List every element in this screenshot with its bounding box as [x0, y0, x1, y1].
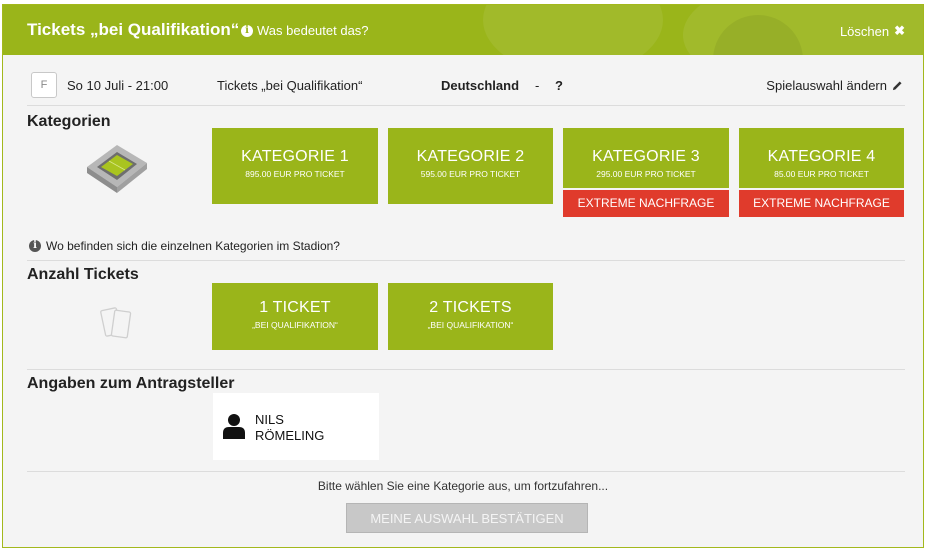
clear-label: Löschen: [839, 23, 890, 39]
category-4-name: KATEGORIE 4: [767, 148, 876, 165]
two-tickets-label: 2 TICKETS: [429, 299, 512, 316]
category-2-tile[interactable]: KATEGORIE 2 595.00 EUR PRO TICKET: [388, 128, 553, 204]
one-ticket-label: 1 TICKET: [259, 299, 331, 316]
divider: [27, 260, 905, 261]
category-3-tile[interactable]: KATEGORIE 3 295.00 EUR PRO TICKET: [563, 128, 729, 188]
category-2-price: 595.00 EUR PRO TICKET: [420, 169, 521, 179]
divider: [27, 369, 905, 370]
info-link-label: Was bedeutet das?: [257, 23, 369, 38]
home-team: Deutschland: [441, 78, 520, 93]
category-1-tile[interactable]: KATEGORIE 1 895.00 EUR PRO TICKET: [212, 128, 378, 204]
applicant-last-name: RÖMELING: [255, 428, 325, 443]
category-location-link[interactable]: i Wo befinden sich die einzelnen Kategor…: [29, 239, 340, 253]
category-4-price: 85.00 EUR PRO TICKET: [774, 169, 869, 179]
change-match-label: Spielauswahl ändern: [766, 78, 887, 93]
categories-title: Kategorien: [27, 113, 111, 130]
info-link[interactable]: i Was bedeutet das?: [241, 23, 369, 38]
pencil-icon: [892, 81, 902, 91]
category-3-name: KATEGORIE 3: [592, 148, 700, 165]
divider: [27, 105, 905, 106]
team-separator: -: [535, 78, 540, 93]
header-bar: Tickets „bei Qualifikation“ i Was bedeut…: [3, 5, 923, 55]
applicant-card[interactable]: NILS RÖMELING: [213, 393, 379, 460]
category-4-tile[interactable]: KATEGORIE 4 85.00 EUR PRO TICKET: [739, 128, 904, 188]
category-2-name: KATEGORIE 2: [416, 148, 525, 165]
change-match-link[interactable]: Spielauswahl ändern: [766, 78, 903, 93]
clear-button[interactable]: Löschen ✖: [840, 23, 905, 39]
header-decoration: [483, 5, 663, 55]
applicant-name: NILS RÖMELING: [255, 412, 324, 444]
info-icon: i: [241, 24, 253, 37]
category-3-price: 295.00 EUR PRO TICKET: [596, 169, 696, 179]
match-row: F So 10 Juli - 21:00 Tickets „bei Qualif…: [27, 71, 905, 101]
category-location-label: Wo befinden sich die einzelnen Kategorie…: [46, 239, 340, 253]
two-tickets-sub: „BEI QUALIFIKATION“: [427, 320, 514, 330]
group-badge: F: [31, 72, 57, 98]
applicant-title: Angaben zum Antragsteller: [27, 375, 235, 392]
user-icon: [223, 414, 245, 439]
applicant-first-name: NILS: [255, 412, 284, 427]
info-icon: i: [29, 240, 41, 252]
category-1-name: KATEGORIE 1: [241, 148, 349, 165]
match-date: So 10 Juli - 21:00: [67, 78, 169, 93]
stadium-icon: [87, 145, 147, 193]
close-icon: ✖: [894, 23, 905, 38]
category-1-price: 895.00 EUR PRO TICKET: [245, 169, 345, 179]
one-ticket-option[interactable]: 1 TICKET „BEI QUALIFIKATION“: [212, 283, 378, 350]
divider: [27, 471, 905, 472]
category-4-demand-badge: EXTREME NACHFRAGE: [739, 190, 904, 217]
selection-hint: Bitte wählen Sie eine Kategorie aus, um …: [317, 479, 609, 493]
away-team: ?: [555, 78, 563, 93]
confirm-selection-button[interactable]: MEINE AUSWAHL BESTÄTIGEN: [346, 503, 588, 533]
ticket-selection-panel: Tickets „bei Qualifikation“ i Was bedeut…: [2, 4, 924, 548]
page-title: Tickets „bei Qualifikation“: [27, 20, 240, 39]
tickets-title: Anzahl Tickets: [27, 266, 139, 283]
one-ticket-sub: „BEI QUALIFIKATION“: [252, 320, 338, 330]
category-3-demand-badge: EXTREME NACHFRAGE: [563, 190, 729, 217]
two-tickets-option[interactable]: 2 TICKETS „BEI QUALIFIKATION“: [388, 283, 553, 350]
ticket-type: Tickets „bei Qualifikation“: [217, 78, 363, 93]
tickets-icon: [100, 307, 132, 339]
